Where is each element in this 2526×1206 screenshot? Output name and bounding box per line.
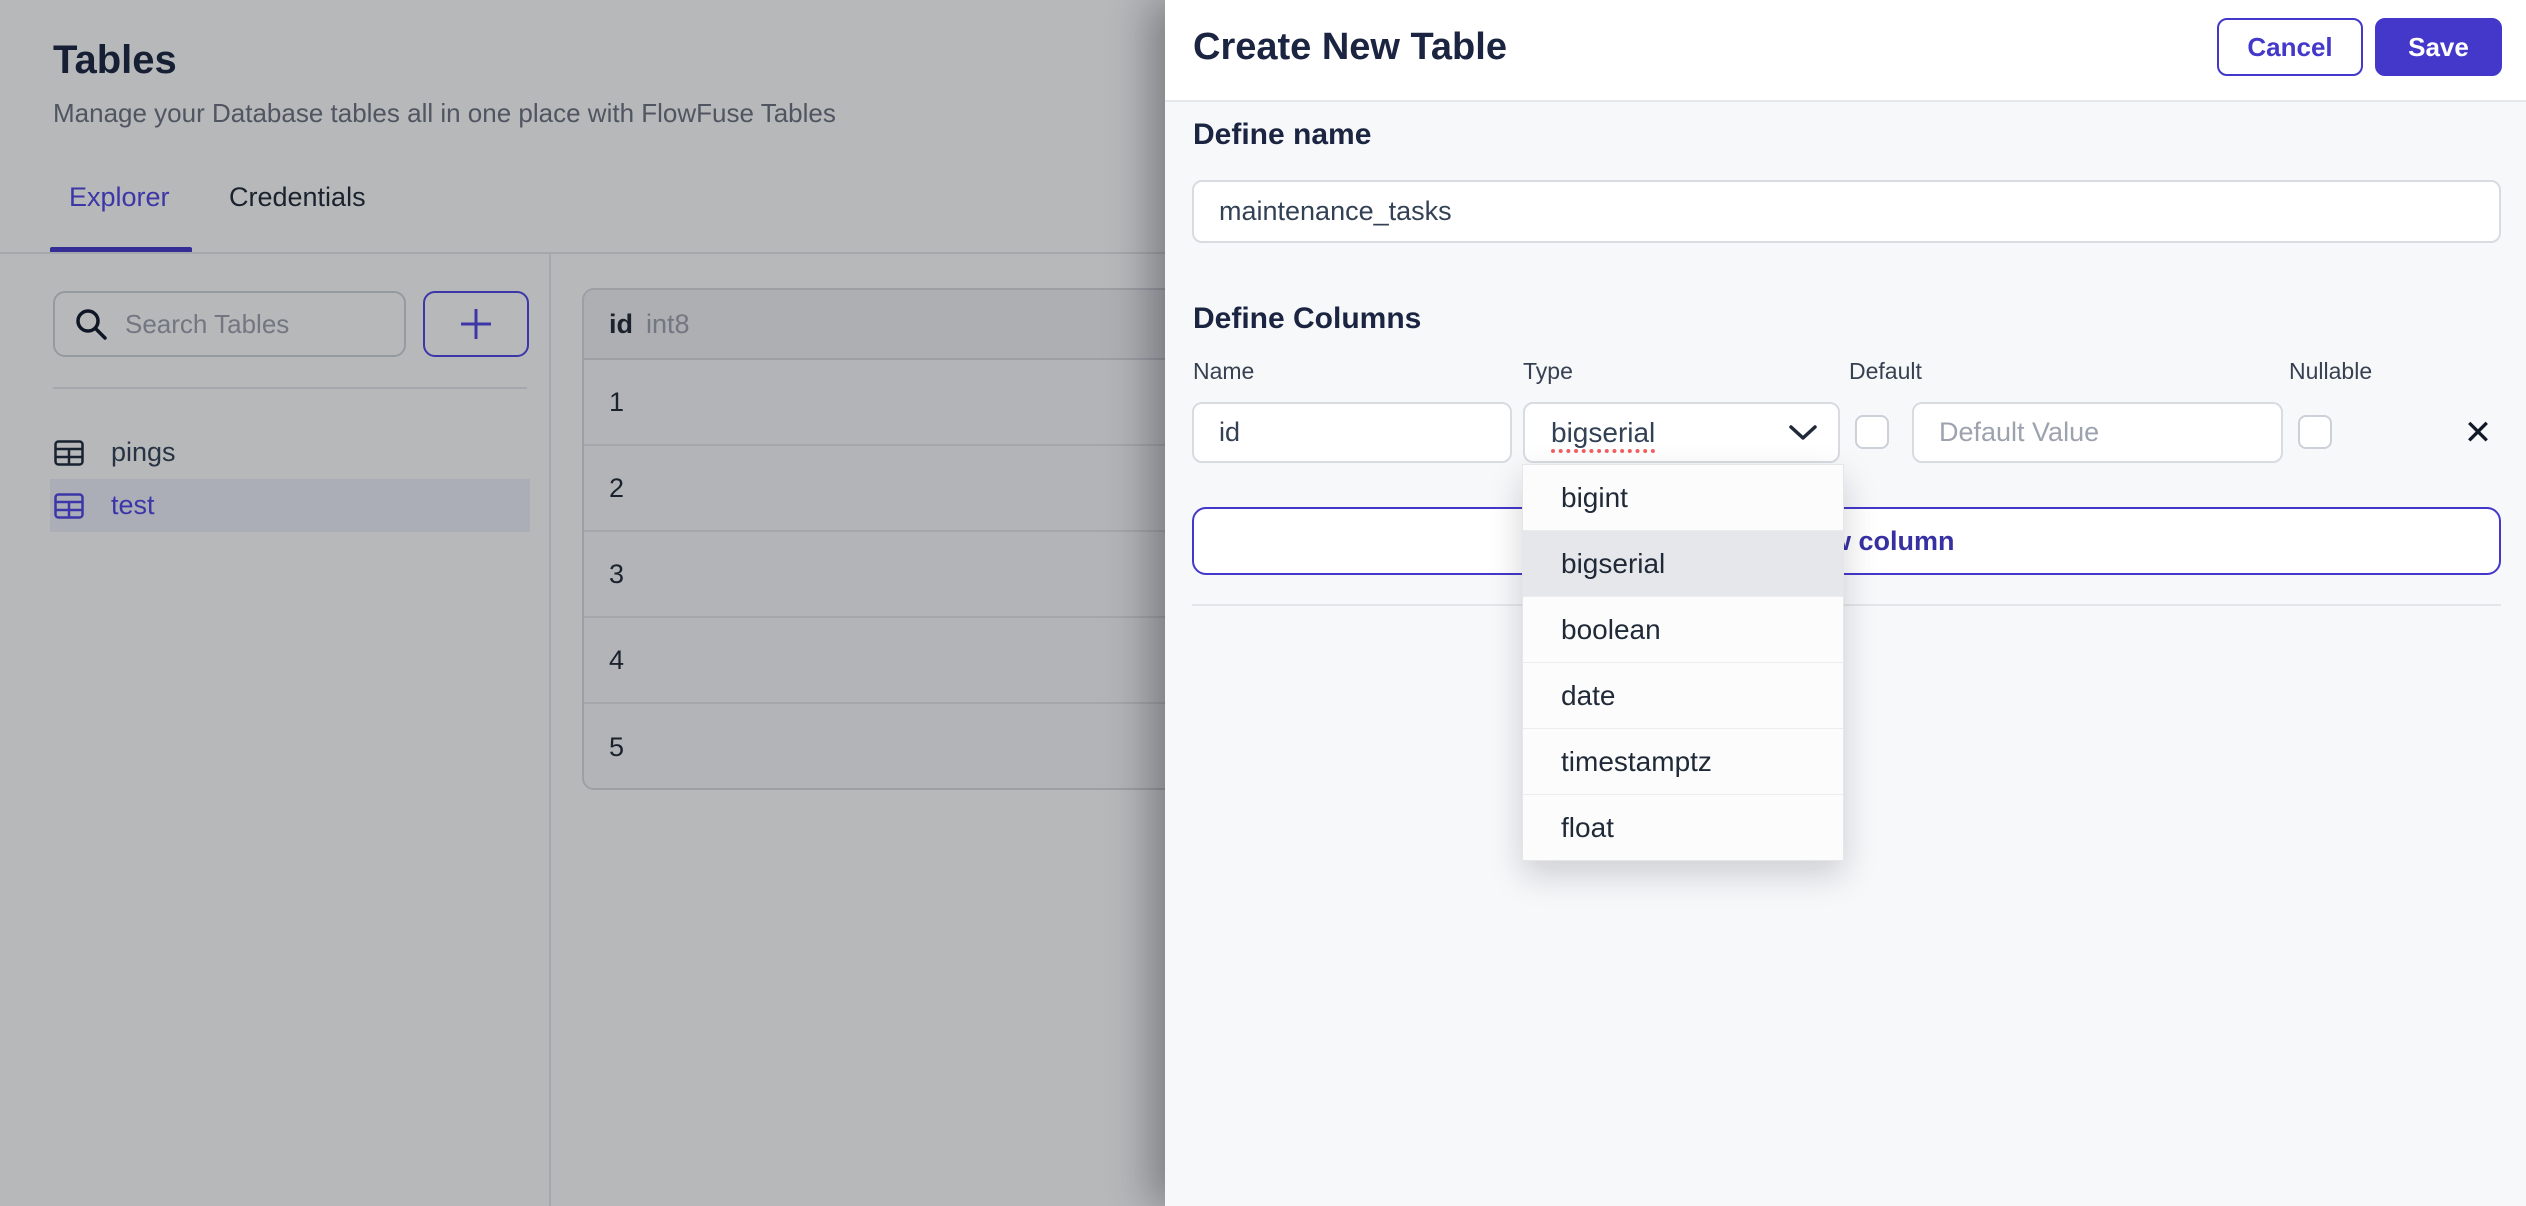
- app-window: Tables Manage your Database tables all i…: [0, 0, 2526, 1206]
- label-default: Default: [1849, 358, 1922, 384]
- default-checkbox[interactable]: [1855, 415, 1889, 449]
- label-type: Type: [1523, 358, 1573, 384]
- dropdown-option-timestamptz[interactable]: timestamptz: [1523, 729, 1843, 795]
- define-columns-heading: Define Columns: [1193, 302, 1422, 335]
- dropdown-option-bigserial[interactable]: bigserial: [1523, 531, 1843, 597]
- create-table-drawer: Create New Table Cancel Save Define name…: [1165, 0, 2526, 1206]
- label-nullable: Nullable: [2289, 358, 2373, 384]
- type-dropdown-menu: bigint bigserial boolean date timestampt…: [1522, 464, 1844, 861]
- dropdown-option-float[interactable]: float: [1523, 795, 1843, 860]
- save-button[interactable]: Save: [2375, 18, 2502, 76]
- dropdown-option-date[interactable]: date: [1523, 663, 1843, 729]
- dropdown-option-bigint[interactable]: bigint: [1523, 465, 1843, 531]
- column-name-input[interactable]: [1192, 402, 1512, 463]
- dropdown-option-boolean[interactable]: boolean: [1523, 597, 1843, 663]
- selected-type: bigserial: [1551, 416, 1656, 448]
- label-name: Name: [1193, 358, 1255, 384]
- define-name-heading: Define name: [1193, 118, 1372, 151]
- add-column-button[interactable]: Add new column: [1192, 507, 2501, 575]
- section-divider: [1192, 604, 2501, 606]
- nullable-checkbox[interactable]: [2298, 415, 2332, 449]
- chevron-down-icon: [1788, 424, 1818, 442]
- drawer-title: Create New Table: [1193, 26, 1507, 68]
- column-type-select[interactable]: bigserial: [1523, 402, 1840, 463]
- cancel-button[interactable]: Cancel: [2217, 18, 2363, 76]
- remove-column-icon[interactable]: ✕: [2461, 416, 2495, 450]
- default-value-input[interactable]: [1912, 402, 2283, 463]
- table-name-input[interactable]: [1192, 180, 2501, 243]
